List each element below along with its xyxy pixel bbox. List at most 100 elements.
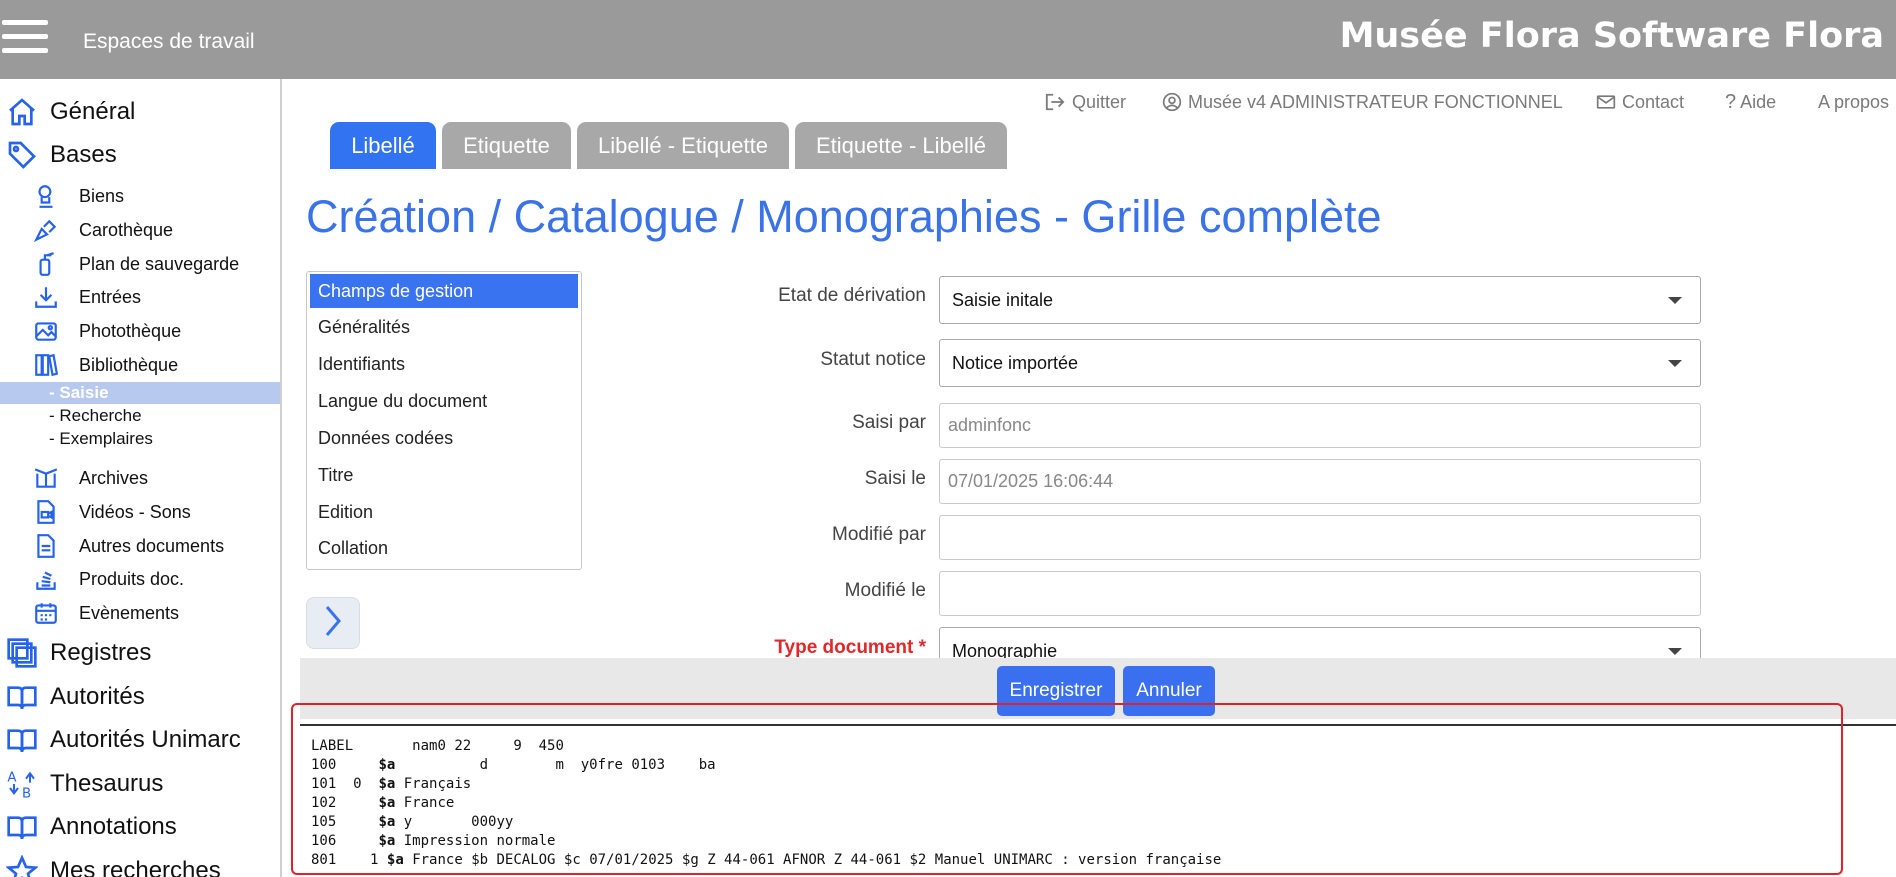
help-label: Aide: [1740, 91, 1777, 112]
modifie-par-label: Modifié par: [832, 524, 926, 545]
page-title: Création / Catalogue / Monographies - Gr…: [306, 191, 1382, 242]
sidebar-item-label: Photothèque: [79, 320, 182, 341]
sidebar-item-autorites-unimarc[interactable]: Autorités Unimarc: [0, 721, 280, 759]
sidebar-item-label: Carothèque: [79, 219, 174, 240]
envelope-icon: [1596, 94, 1616, 110]
about-link[interactable]: A propos: [1818, 90, 1889, 114]
sidebar-item-mes-recherches[interactable]: Mes recherches: [0, 852, 280, 877]
calendar-icon: [31, 598, 61, 628]
quit-label: Quitter: [1072, 91, 1127, 112]
tag-icon: [3, 138, 41, 172]
unimarc-preview: LABEL nam0 22 9 450 100 $a d m y0fre 010…: [311, 737, 1221, 870]
sidebar-item-label: Autorités: [50, 683, 145, 710]
video-file-icon: [31, 497, 61, 527]
etat-select[interactable]: Saisie initale: [939, 276, 1701, 324]
contact-label: Contact: [1622, 91, 1685, 112]
saisi-par-label: Saisi par: [852, 412, 926, 433]
type-document-label: Type document *: [774, 637, 926, 658]
sidebar-item-saisie[interactable]: - Saisie: [0, 382, 280, 404]
sidebar-item-annotations[interactable]: Annotations: [0, 808, 280, 846]
bust-icon: [31, 181, 61, 211]
caret-down-icon: [1668, 648, 1682, 655]
sidebar-item-carotheque[interactable]: Carothèque: [0, 214, 280, 246]
brand-title: Musée Flora Software Flora: [1339, 16, 1884, 56]
book-open-icon: [3, 810, 41, 844]
saisi-par-field[interactable]: adminfonc: [939, 403, 1701, 448]
section-item[interactable]: Généralités: [310, 310, 578, 344]
stack-icon: [31, 564, 61, 594]
sidebar-item-entrees[interactable]: Entrées: [0, 281, 280, 313]
images-icon: [31, 316, 61, 346]
section-item[interactable]: Collation: [310, 531, 578, 565]
cancel-button[interactable]: Annuler: [1123, 666, 1215, 716]
tab-libelle-etiquette[interactable]: Libellé - Etiquette: [577, 122, 789, 169]
sidebar-item-thesaurus[interactable]: AB Thesaurus: [0, 765, 280, 803]
pen-nib-icon: [31, 215, 61, 245]
divider: [300, 724, 1896, 726]
sidebar-item-label: Mes recherches: [50, 857, 221, 877]
registers-icon: [3, 636, 41, 670]
section-item[interactable]: Edition: [310, 495, 578, 529]
saisi-le-field[interactable]: 07/01/2025 16:06:44: [939, 459, 1701, 504]
workspaces-link[interactable]: Espaces de travail: [83, 30, 255, 54]
app-header: Espaces de travail Musée Flora Software …: [0, 0, 1896, 79]
sidebar-item-label: Autres documents: [79, 535, 225, 556]
sidebar-item-autres[interactable]: Autres documents: [0, 530, 280, 562]
modifie-le-label: Modifié le: [844, 580, 926, 601]
home-icon: [3, 95, 41, 129]
statut-value: Notice importée: [952, 352, 1079, 373]
user-menu[interactable]: Musée v4 ADMINISTRATEUR FONCTIONNEL: [1162, 90, 1563, 114]
sidebar-item-registres[interactable]: Registres: [0, 634, 280, 672]
unimarc-line: LABEL nam0 22 9 450: [311, 738, 564, 754]
sidebar-item-general[interactable]: Général: [0, 93, 280, 131]
next-section-button[interactable]: [306, 597, 360, 649]
sidebar-item-label: Général: [50, 98, 136, 125]
section-item[interactable]: Données codées: [310, 421, 578, 455]
book-open-icon: [3, 723, 41, 757]
saisi-le-label: Saisi le: [864, 468, 926, 489]
hamburger-icon[interactable]: [2, 20, 48, 54]
sidebar: Général Bases Biens Carothèque Plan de s…: [0, 79, 282, 877]
sidebar-item-label: Registres: [50, 639, 152, 666]
sidebar-item-phototheque[interactable]: Photothèque: [0, 315, 280, 347]
sidebar-item-autorites[interactable]: Autorités: [0, 678, 280, 716]
statut-select[interactable]: Notice importée: [939, 339, 1701, 387]
sidebar-item-produits[interactable]: Produits doc.: [0, 563, 280, 595]
books-icon: [31, 350, 61, 380]
tab-etiquette[interactable]: Etiquette: [442, 122, 571, 169]
unimarc-line: 105 $a y 000yy: [311, 814, 514, 830]
section-item[interactable]: Titre: [310, 458, 578, 492]
sidebar-item-recherche[interactable]: - Recherche: [0, 405, 280, 427]
document-icon: [31, 531, 61, 561]
sidebar-item-label: Entrées: [79, 286, 142, 307]
tab-libelle[interactable]: Libellé: [330, 122, 436, 169]
contact-link[interactable]: Contact: [1596, 90, 1684, 114]
sidebar-item-evenements[interactable]: Evènements: [0, 597, 280, 629]
sidebar-item-label: Vidéos - Sons: [79, 501, 191, 522]
section-item[interactable]: Champs de gestion: [310, 274, 578, 308]
sidebar-item-label: Produits doc.: [79, 568, 185, 589]
open-box-icon: [31, 463, 61, 493]
save-button[interactable]: Enregistrer: [997, 666, 1115, 716]
unimarc-line: 102 $a France: [311, 795, 455, 811]
quit-link[interactable]: Quitter: [1044, 90, 1126, 114]
sidebar-item-label: Thesaurus: [50, 770, 164, 797]
sidebar-item-videos[interactable]: Vidéos - Sons: [0, 496, 280, 528]
etat-value: Saisie initale: [952, 289, 1054, 310]
section-item[interactable]: Langue du document: [310, 384, 578, 418]
sidebar-item-biens[interactable]: Biens: [0, 180, 280, 212]
sidebar-item-bases[interactable]: Bases: [0, 136, 280, 174]
tab-etiquette-libelle[interactable]: Etiquette - Libellé: [795, 122, 1007, 169]
sidebar-item-label: Biens: [79, 185, 125, 206]
user-label: Musée v4 ADMINISTRATEUR FONCTIONNEL: [1188, 91, 1563, 112]
modifie-le-field[interactable]: [939, 571, 1701, 616]
sidebar-item-label: Bibliothèque: [79, 354, 179, 375]
sidebar-item-plan[interactable]: Plan de sauvegarde: [0, 248, 280, 280]
help-link[interactable]: ? Aide: [1725, 90, 1776, 114]
book-open-icon: [3, 680, 41, 714]
sidebar-item-exemplaires[interactable]: - Exemplaires: [0, 428, 280, 450]
modifie-par-field[interactable]: [939, 515, 1701, 560]
sidebar-item-archives[interactable]: Archives: [0, 462, 280, 494]
sidebar-item-bibliotheque[interactable]: Bibliothèque: [0, 349, 280, 381]
section-item[interactable]: Identifiants: [310, 347, 578, 381]
